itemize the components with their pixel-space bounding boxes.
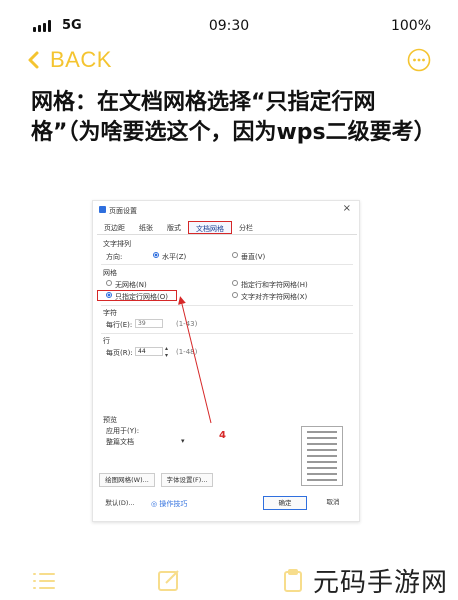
- edit-icon[interactable]: [156, 568, 182, 594]
- list-icon[interactable]: [31, 568, 57, 594]
- annotation-number: 4: [219, 430, 226, 441]
- nav-bar: BACK: [0, 44, 458, 78]
- status-time: 09:30: [208, 18, 250, 34]
- back-label: BACK: [50, 47, 112, 72]
- status-bar: 5G 09:30 100%: [0, 0, 458, 44]
- more-options-icon[interactable]: [407, 48, 431, 72]
- page-setup-screenshot: 页面设置 × 页边距 纸张 版式 文档网格 分栏 文字排列 方向: 水平(Z) …: [92, 200, 360, 522]
- annotation-arrow: [178, 296, 212, 424]
- clipboard-icon[interactable]: [280, 568, 306, 594]
- site-watermark: 元码手游网: [312, 568, 448, 598]
- chevron-left-icon: [28, 51, 39, 69]
- back-button[interactable]: BACK: [24, 46, 112, 74]
- battery-level: 100%: [390, 18, 431, 34]
- article-title: 网格：在文档网格选择“只指定行网格”（为啥要选这个，因为wps二级要考）: [31, 90, 436, 145]
